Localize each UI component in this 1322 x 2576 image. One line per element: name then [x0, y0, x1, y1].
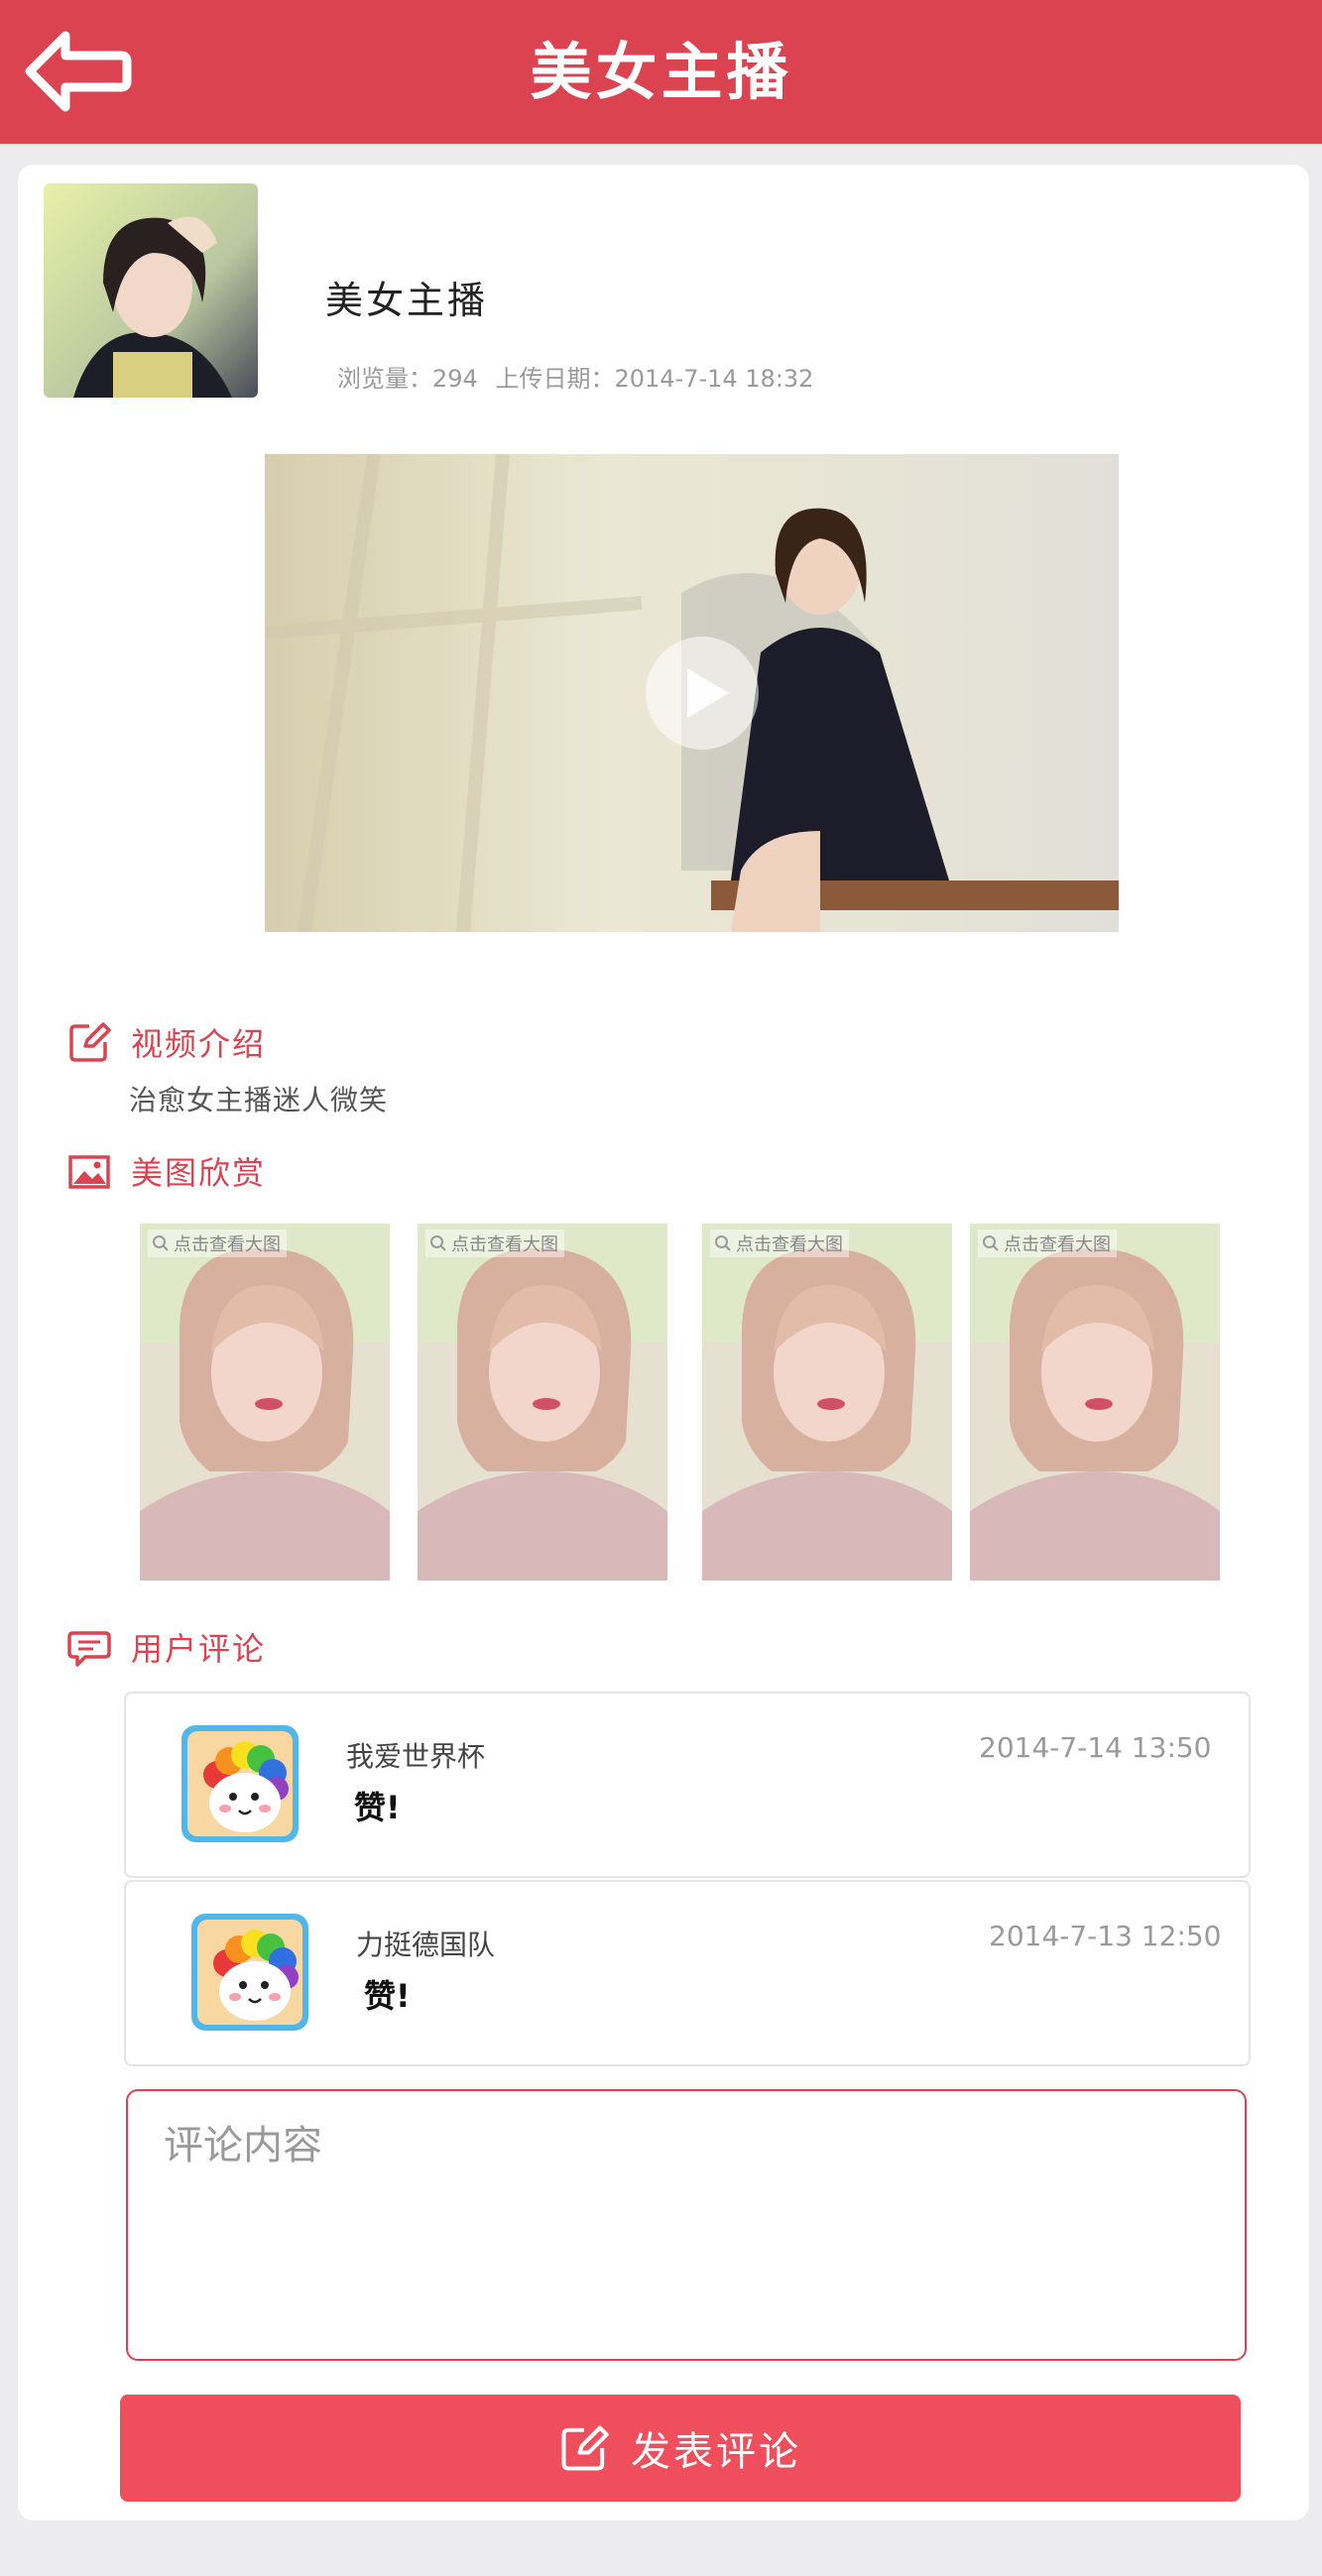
video-description: 治愈女主播迷人微笑 [129, 1084, 389, 1116]
view-count: 浏览量：294 [337, 365, 478, 393]
section-title: 美图欣赏 [131, 1154, 267, 1192]
section-gallery: 美图欣赏 [67, 1146, 266, 1196]
commenter-avatar[interactable] [180, 1723, 300, 1844]
hint-text: 点击查看大图 [174, 1234, 281, 1255]
gallery-photo[interactable]: 点击查看大图 [140, 1224, 390, 1581]
commenter-avatar[interactable] [189, 1912, 310, 2033]
play-button[interactable] [644, 635, 761, 752]
submit-label: 发表评论 [631, 2429, 801, 2475]
hint-text: 点击查看大图 [451, 1234, 558, 1255]
comment-text: 赞! [364, 1977, 411, 2015]
view-larger-hint: 点击查看大图 [978, 1229, 1117, 1257]
gallery-photo[interactable]: 点击查看大图 [702, 1224, 952, 1581]
commenter-name: 我爱世界杯 [346, 1740, 486, 1773]
view-larger-hint: 点击查看大图 [710, 1229, 849, 1257]
commenter-name: 力挺德国队 [356, 1929, 496, 1961]
gallery-image [970, 1224, 1220, 1581]
video-meta: 浏览量：294 上传日期：2014-7-14 18:32 [337, 359, 823, 394]
gallery-photo[interactable]: 点击查看大图 [418, 1224, 667, 1581]
comment-item: 力挺德国队 赞! 2014-7-13 12:50 [124, 1880, 1251, 2066]
comment-time: 2014-7-14 13:50 [979, 1731, 1212, 1764]
page-title: 美女主播 [530, 36, 792, 108]
gallery-image [702, 1224, 952, 1581]
comment-input[interactable] [126, 2089, 1247, 2361]
gallery-image [418, 1224, 667, 1581]
section-video-intro: 视频介绍 [67, 1017, 266, 1067]
host-avatar[interactable] [44, 183, 258, 398]
view-larger-hint: 点击查看大图 [425, 1229, 564, 1257]
play-icon [646, 637, 759, 750]
comment-text: 赞! [354, 1789, 401, 1826]
top-bar: 美女主播 [0, 0, 1322, 144]
hint-text: 点击查看大图 [736, 1234, 843, 1255]
comment-time: 2014-7-13 12:50 [989, 1920, 1222, 1952]
host-name: 美女主播 [325, 279, 489, 322]
gallery-photo[interactable]: 点击查看大图 [970, 1224, 1220, 1581]
zoom-icon [153, 1235, 169, 1251]
image-icon [68, 1155, 110, 1189]
section-title: 视频介绍 [131, 1025, 267, 1063]
photo-gallery: 点击查看大图 点击查看大图 点击查看大图 点击查看大图 [140, 1224, 1221, 1581]
hint-text: 点击查看大图 [1004, 1234, 1111, 1255]
edit-icon [69, 1022, 111, 1062]
zoom-icon [983, 1235, 999, 1251]
content-card: 美女主播 浏览量：294 上传日期：2014-7-14 18:32 视频介绍 治… [18, 165, 1309, 2520]
zoom-icon [430, 1235, 446, 1251]
upload-date: 上传日期：2014-7-14 18:32 [495, 365, 814, 393]
comment-icon [67, 1631, 111, 1667]
zoom-icon [715, 1235, 731, 1251]
comment-item: 我爱世界杯 赞! 2014-7-14 13:50 [124, 1692, 1251, 1878]
gallery-image [140, 1224, 390, 1581]
section-comments: 用户评论 [67, 1622, 266, 1672]
view-larger-hint: 点击查看大图 [148, 1229, 287, 1257]
video-player[interactable] [265, 454, 1119, 932]
submit-comment-button[interactable]: 发表评论 [120, 2395, 1241, 2502]
edit-icon [561, 2425, 609, 2471]
section-title: 用户评论 [131, 1630, 267, 1668]
